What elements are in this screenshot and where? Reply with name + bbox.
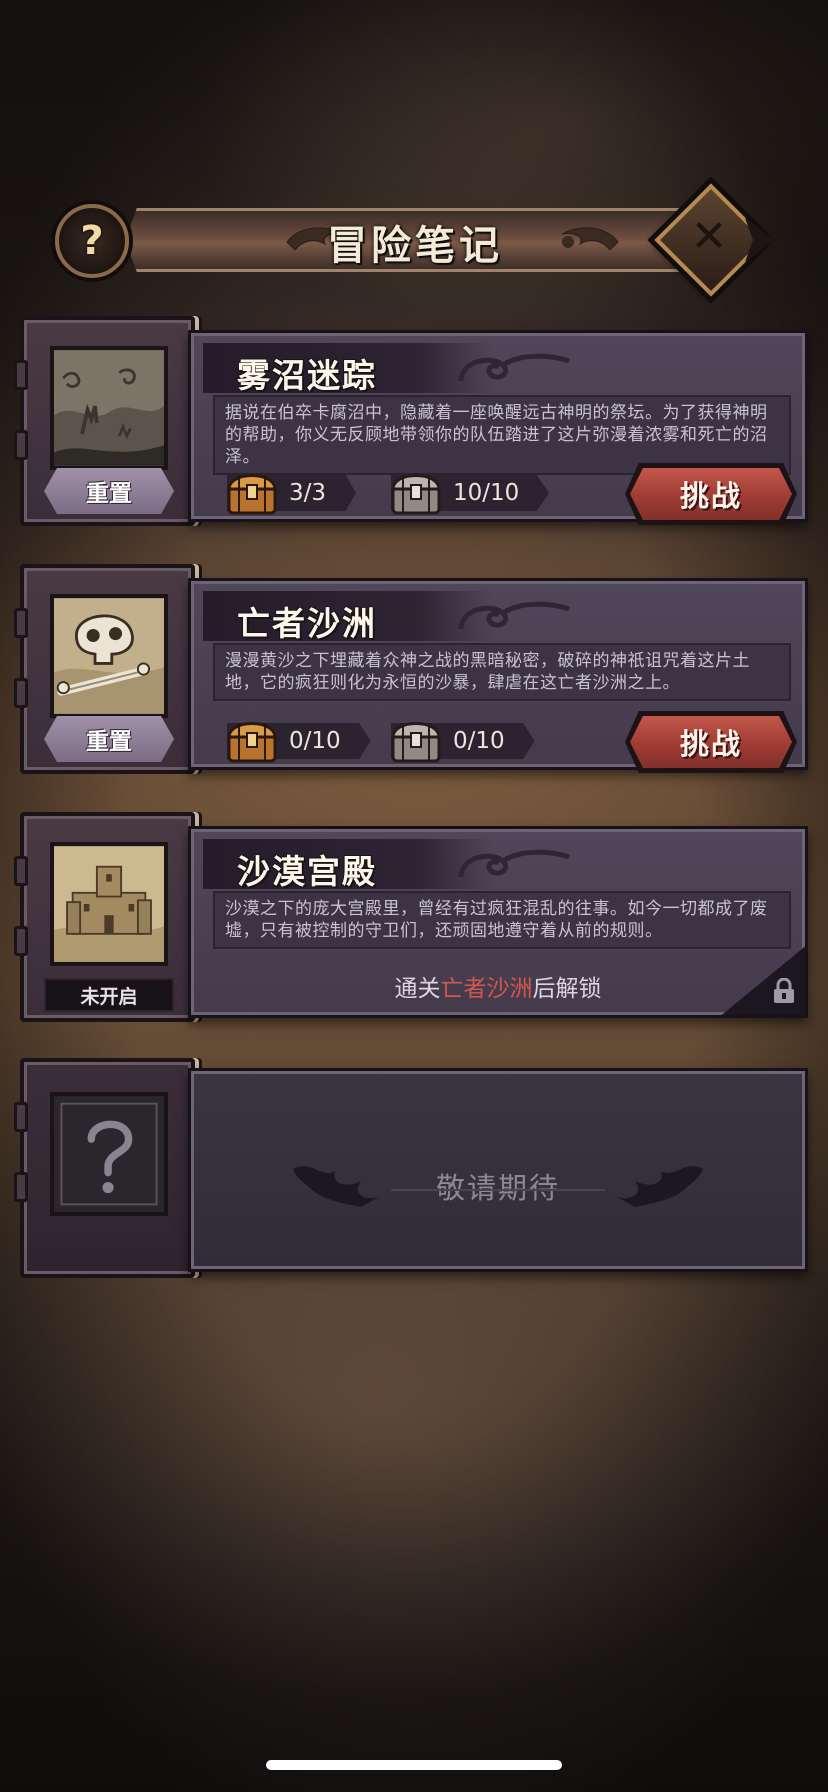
home-indicator[interactable] xyxy=(266,1760,562,1770)
book-cover: 未开启 xyxy=(14,812,195,1022)
swirl-ornament-icon xyxy=(458,601,570,630)
close-icon: ✕ xyxy=(690,210,728,262)
silver-chest-stat: 10/10 xyxy=(391,471,550,515)
swamp-scene-icon xyxy=(54,350,164,466)
silver-chest-stat: 0/10 xyxy=(391,719,535,763)
book-tab xyxy=(14,856,28,886)
book-tab xyxy=(14,360,28,390)
right-bat-ornament-icon xyxy=(617,1166,703,1207)
gold-chest-stat: 3/3 xyxy=(227,471,357,515)
desert-palace-thumbnail xyxy=(50,842,168,966)
silver-chest-icon xyxy=(391,722,441,763)
book-tab xyxy=(14,926,28,956)
adventure-title: 亡者沙洲 xyxy=(237,604,377,643)
adventure-card-2: 重置 亡者沙洲 漫漫黄沙之下埋藏着众神之战的黑暗秘密，破碎的神祇诅咒着这片土地，… xyxy=(14,564,810,774)
help-button[interactable]: ? xyxy=(55,204,129,278)
reset-button[interactable]: 重置 xyxy=(44,716,174,762)
adventure-description: 沙漠之下的庞大宫殿里，曾经有过疯狂混乱的往事。如今一切都成了废墟，只有被控制的守… xyxy=(213,891,791,949)
swamp-thumbnail xyxy=(50,346,168,470)
coming-soon-card: 敬请期待 xyxy=(14,1058,810,1278)
book-tab xyxy=(14,608,28,638)
question-mark-icon xyxy=(54,1096,164,1212)
banner-tail-icon xyxy=(745,218,775,262)
mystery-thumbnail xyxy=(50,1092,168,1216)
title-banner: 冒险笔记 ? ✕ xyxy=(55,183,775,297)
divider xyxy=(391,1189,605,1191)
banner-right-ornament-icon xyxy=(561,227,619,251)
unlock-hint-suffix: 后解锁 xyxy=(532,976,602,1002)
book-cover: 重置 xyxy=(14,564,195,774)
book-tab xyxy=(14,430,28,460)
swirl-ornament-icon xyxy=(458,849,570,878)
question-icon: ? xyxy=(80,218,104,264)
adventure-panel: 亡者沙洲 漫漫黄沙之下埋藏着众神之战的黑暗秘密，破碎的神祇诅咒着这片土地，它的疯… xyxy=(188,578,808,773)
silver-chest-icon xyxy=(391,474,441,515)
coming-soon-panel: 敬请期待 xyxy=(188,1068,808,1272)
close-button[interactable]: ✕ xyxy=(681,208,737,264)
gold-chest-icon xyxy=(227,474,277,515)
adventure-title: 雾沼迷踪 xyxy=(237,356,377,395)
desert-palace-icon xyxy=(54,846,164,962)
challenge-button[interactable]: 挑战 xyxy=(630,716,792,768)
adventure-panel: 雾沼迷踪 据说在伯卒卡腐沼中，隐藏着一座唤醒远古神明的祭坛。为了获得神明的帮助，… xyxy=(188,330,808,525)
book-tab xyxy=(14,1102,28,1132)
reset-button[interactable]: 重置 xyxy=(44,468,174,514)
unlock-hint-highlight: 亡者沙洲 xyxy=(440,976,533,1002)
swirl-ornament-icon xyxy=(458,353,570,382)
coming-soon-label: 敬请期待 xyxy=(435,1171,560,1205)
unlock-hint-prefix: 通关 xyxy=(394,976,441,1002)
adventure-title: 沙漠宫殿 xyxy=(237,852,377,891)
adventure-card-3: 未开启 沙漠宫殿 沙漠之下的庞大宫殿里，曾经有过疯狂混乱的往事。如今一切都成了废… xyxy=(14,812,810,1022)
adventure-panel-locked: 沙漠宫殿 沙漠之下的庞大宫殿里，曾经有过疯狂混乱的往事。如今一切都成了废墟，只有… xyxy=(188,826,808,1018)
lock-icon xyxy=(774,978,794,1003)
book-tab xyxy=(14,678,28,708)
book-cover xyxy=(14,1058,195,1278)
not-open-badge: 未开启 xyxy=(44,978,174,1012)
challenge-button[interactable]: 挑战 xyxy=(630,468,792,520)
unlock-hint: 通关亡者沙洲后解锁 xyxy=(191,969,805,1003)
gold-chest-icon xyxy=(227,722,277,763)
book-tab xyxy=(14,1172,28,1202)
adventure-description: 漫漫黄沙之下埋藏着众神之战的黑暗秘密，破碎的神祇诅咒着这片土地，它的疯狂则化为永… xyxy=(213,643,791,701)
gold-chest-stat: 0/10 xyxy=(227,719,371,763)
adventure-card-1: 重置 雾沼迷踪 据说在伯卒卡腐沼中，隐藏着一座唤醒远古神明的祭坛。为了获得神明的… xyxy=(14,316,810,526)
book-cover: 重置 xyxy=(14,316,195,526)
skull-desert-icon xyxy=(54,598,164,714)
skull-desert-thumbnail xyxy=(50,594,168,718)
